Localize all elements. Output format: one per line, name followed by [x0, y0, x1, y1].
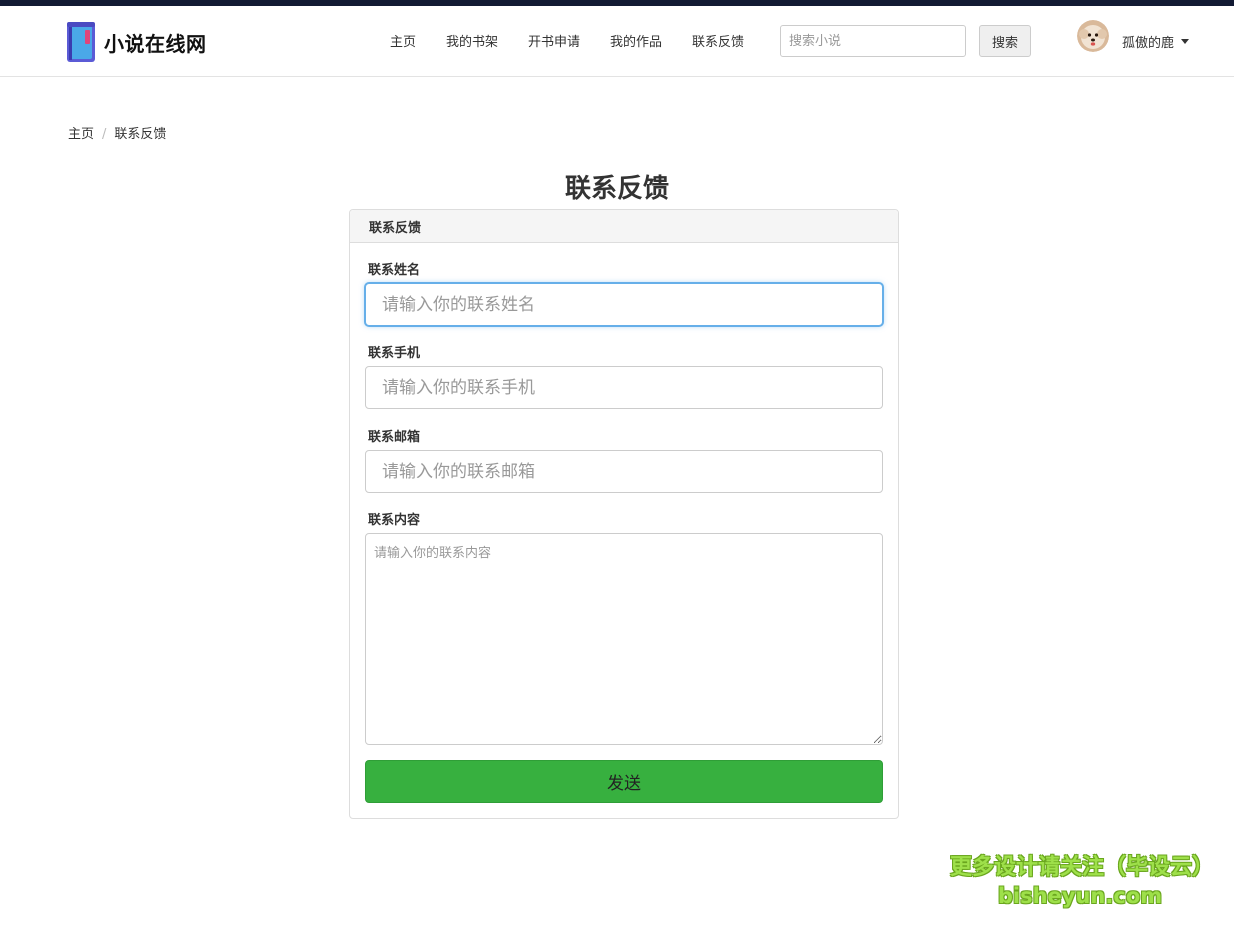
breadcrumb-current: 联系反馈	[114, 127, 167, 142]
email-label: 联系邮箱	[368, 430, 421, 445]
brand-name[interactable]: 小说在线网	[104, 28, 207, 57]
phone-label: 联系手机	[368, 346, 421, 361]
breadcrumb-home[interactable]: 主页	[68, 127, 94, 142]
panel-heading: 联系反馈	[350, 210, 898, 243]
name-field[interactable]	[365, 283, 883, 326]
nav-open-book-application[interactable]: 开书申请	[528, 31, 580, 50]
send-button[interactable]: 发送	[365, 760, 883, 803]
nav-home[interactable]: 主页	[390, 31, 416, 50]
email-field[interactable]	[365, 450, 883, 493]
navbar: 小说在线网 主页 我的书架 开书申请 我的作品 联系反馈 搜索 孤傲的鹿	[0, 6, 1234, 77]
search-input[interactable]	[780, 25, 966, 57]
breadcrumb-separator: /	[102, 127, 107, 142]
search-button[interactable]: 搜索	[979, 25, 1031, 57]
page-title: 联系反馈	[564, 174, 669, 204]
nav-feedback[interactable]: 联系反馈	[692, 31, 744, 50]
caret-down-icon[interactable]	[1181, 39, 1189, 44]
watermark-line1: 更多设计请关注（毕设云）	[950, 855, 1215, 880]
content-label: 联系内容	[368, 513, 421, 528]
nav-my-works[interactable]: 我的作品	[610, 31, 662, 50]
phone-field[interactable]	[365, 366, 883, 409]
user-name[interactable]: 孤傲的鹿	[1122, 32, 1174, 51]
feedback-panel: 联系反馈 联系姓名 联系手机 联系邮箱 联系内容 发送	[349, 209, 899, 819]
nav-bookshelf[interactable]: 我的书架	[446, 31, 498, 50]
watermark-line2: bisheyun.com	[997, 884, 1163, 908]
watermark: 更多设计请关注（毕设云） bisheyun.com	[950, 852, 1215, 908]
name-label: 联系姓名	[368, 263, 421, 278]
breadcrumb: 主页 / 联系反馈	[68, 123, 166, 142]
dog-avatar-icon[interactable]	[1077, 20, 1109, 52]
content-textarea[interactable]	[365, 533, 883, 745]
book-logo-icon[interactable]	[66, 20, 98, 64]
